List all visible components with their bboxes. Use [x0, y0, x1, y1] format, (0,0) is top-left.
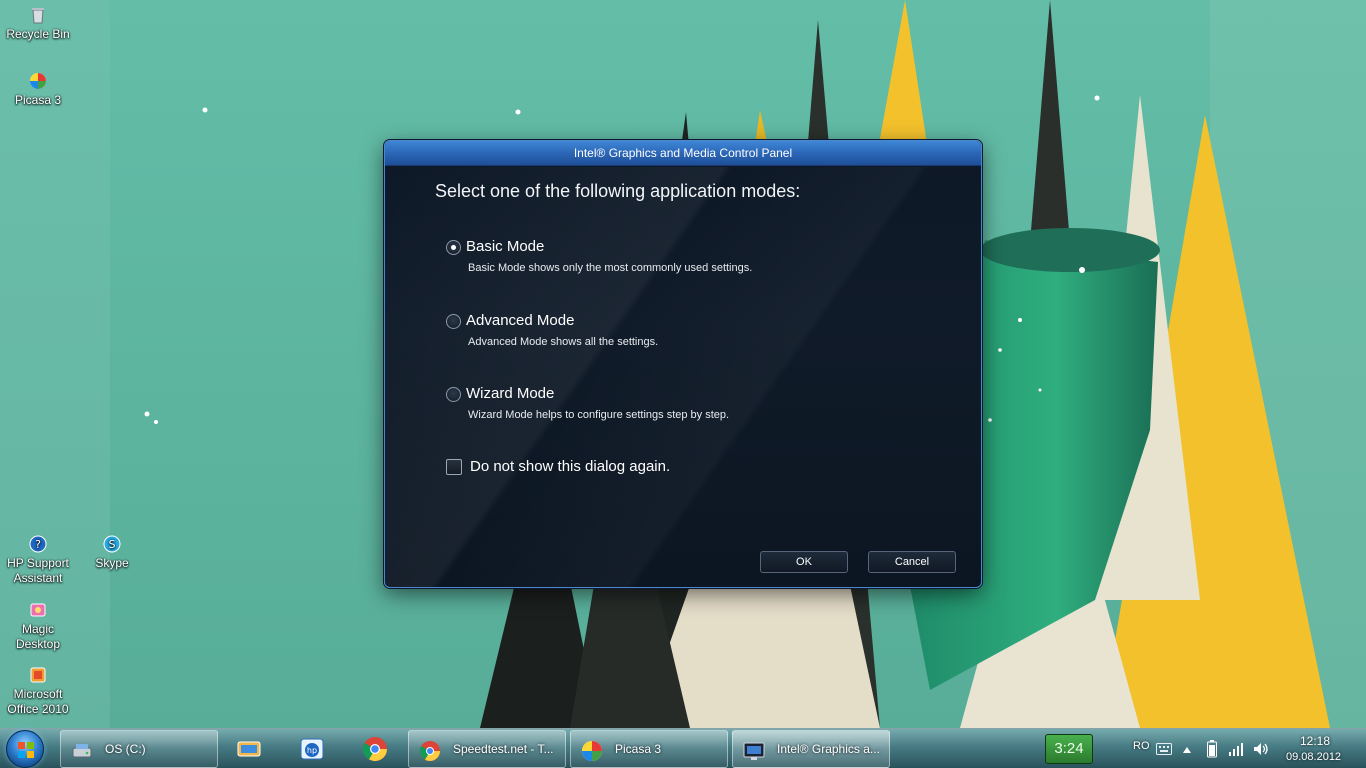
dont-show-again-checkbox[interactable] — [446, 459, 462, 475]
dialog-title: Intel® Graphics and Media Control Panel — [385, 141, 981, 166]
desktop-icon-recycle-bin[interactable]: Recycle Bin — [0, 6, 76, 42]
taskbar-item-label: Speedtest.net - T... — [453, 742, 554, 756]
picasa-icon — [30, 73, 46, 89]
mode-description: Advanced Mode shows all the settings. — [468, 336, 659, 348]
windows-logo-icon — [18, 742, 34, 758]
start-button[interactable] — [6, 730, 44, 768]
svg-text:S: S — [109, 538, 116, 551]
chrome-icon — [419, 741, 440, 761]
skype-icon: S — [103, 535, 121, 553]
hp-app-icon[interactable]: hp — [298, 735, 326, 763]
picasa-icon — [582, 741, 602, 761]
taskbar-item-speedtest[interactable]: Speedtest.net - T... — [408, 730, 566, 768]
language-indicator[interactable]: RO — [1133, 740, 1150, 752]
office-icon — [30, 667, 46, 683]
desktop-icon-picasa[interactable]: Picasa 3 — [0, 72, 76, 108]
hp-support-icon: ? — [29, 535, 47, 553]
mode-description: Wizard Mode helps to configure settings … — [468, 409, 730, 421]
slideshow-app-icon[interactable] — [235, 735, 263, 763]
dont-show-again-label: Do not show this dialog again. — [470, 458, 671, 475]
ok-button[interactable]: OK — [760, 551, 848, 573]
recycle-bin-icon — [32, 8, 44, 24]
magic-desktop-icon — [30, 603, 46, 617]
chrome-app-icon[interactable] — [361, 735, 389, 763]
taskbar-item-intel-graphics[interactable]: Intel® Graphics a... — [732, 730, 890, 768]
cancel-button[interactable]: Cancel — [868, 551, 956, 573]
timer-gadget[interactable]: 3:24 — [1045, 734, 1093, 764]
clock-date[interactable]: 09.08.2012 — [1286, 751, 1341, 763]
mode-label: Wizard Mode — [466, 385, 555, 402]
clock-time[interactable]: 12:18 — [1300, 734, 1330, 748]
mode-description: Basic Mode shows only the most commonly … — [468, 262, 753, 274]
taskbar-item-label: Picasa 3 — [615, 742, 662, 756]
drive-icon — [72, 744, 92, 758]
desktop-icon-hp-support[interactable]: ? HP Support Assistant — [0, 535, 76, 586]
mode-label: Advanced Mode — [466, 312, 575, 329]
radio-advanced-mode[interactable] — [446, 314, 461, 329]
intel-graphics-icon — [743, 742, 765, 760]
intel-control-panel-dialog: Intel® Graphics and Media Control Panel … — [384, 140, 982, 588]
svg-text:hp: hp — [307, 746, 317, 755]
show-hidden-icons-icon[interactable] — [1182, 746, 1192, 754]
network-signal-icon[interactable] — [1228, 742, 1246, 756]
radio-basic-mode[interactable] — [446, 240, 461, 255]
svg-text:?: ? — [35, 538, 41, 551]
desktop-icon-office-2010[interactable]: Microsoft Office 2010 — [0, 666, 76, 717]
desktop-icon-magic-desktop[interactable]: Magic Desktop — [0, 601, 76, 652]
volume-icon[interactable] — [1253, 742, 1269, 756]
battery-icon[interactable] — [1207, 740, 1217, 758]
radio-wizard-mode[interactable] — [446, 387, 461, 402]
taskbar-item-label: Intel® Graphics a... — [777, 742, 880, 756]
mode-label: Basic Mode — [466, 238, 545, 255]
desktop-icon-skype[interactable]: S Skype — [74, 535, 150, 571]
taskbar-item-picasa[interactable]: Picasa 3 — [570, 730, 728, 768]
taskbar: OS (C:) hp Speedtest.net - T... Picasa 3… — [0, 728, 1366, 768]
keyboard-icon[interactable] — [1156, 743, 1172, 755]
dialog-heading: Select one of the following application … — [435, 181, 801, 201]
taskbar-item-label: OS (C:) — [105, 742, 146, 756]
taskbar-item-drive[interactable]: OS (C:) — [60, 730, 218, 768]
